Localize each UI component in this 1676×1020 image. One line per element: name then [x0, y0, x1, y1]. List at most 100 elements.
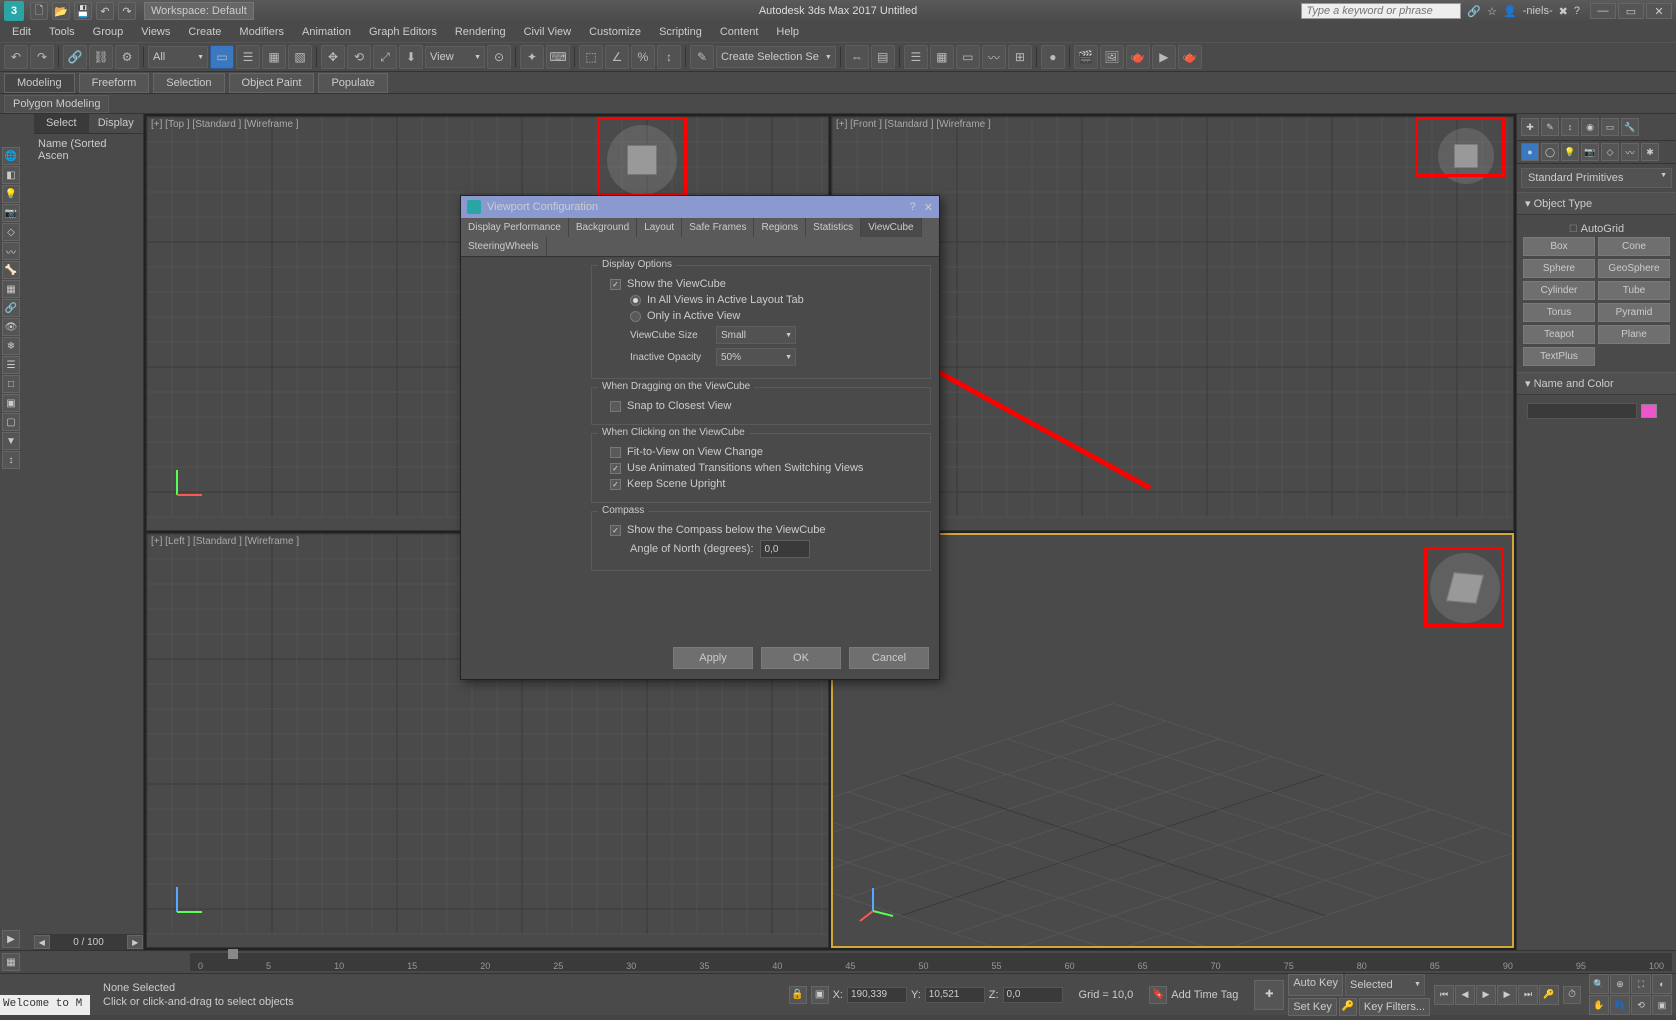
category-dropdown[interactable]: Standard Primitives: [1521, 168, 1672, 188]
object-name-input[interactable]: [1527, 403, 1637, 419]
tab-viewcube[interactable]: ViewCube: [861, 218, 921, 237]
toggle-explorer-icon[interactable]: ▦: [930, 45, 954, 69]
selection-filter-dropdown[interactable]: All: [148, 46, 208, 68]
help-search-input[interactable]: [1301, 3, 1461, 19]
percent-snap-icon[interactable]: %: [631, 45, 655, 69]
icon-group[interactable]: ▦: [2, 280, 20, 298]
walk-icon[interactable]: 👣: [1610, 995, 1630, 1015]
username-label[interactable]: -niels-: [1523, 5, 1553, 17]
menu-animation[interactable]: Animation: [294, 24, 359, 40]
btn-cone[interactable]: Cone: [1598, 237, 1670, 256]
set-key-big-icon[interactable]: ✚: [1254, 980, 1284, 1010]
icon-square3[interactable]: ▢: [2, 413, 20, 431]
mirror-icon[interactable]: ⇔: [845, 45, 869, 69]
orbit-icon[interactable]: ⟲: [1631, 995, 1651, 1015]
key-filters-button[interactable]: Key Filters...: [1359, 998, 1430, 1016]
icon-light[interactable]: 💡: [2, 185, 20, 203]
menu-civil-view[interactable]: Civil View: [516, 24, 579, 40]
utilities-panel-icon[interactable]: 🔧: [1621, 118, 1639, 136]
ref-coord-dropdown[interactable]: View: [425, 46, 485, 68]
menu-customize[interactable]: Customize: [581, 24, 649, 40]
next-frame-icon[interactable]: ▶: [1497, 985, 1517, 1005]
qat-open-icon[interactable]: 📂: [52, 2, 70, 20]
unlink-icon[interactable]: ⛓: [89, 45, 113, 69]
display-panel-icon[interactable]: ▭: [1601, 118, 1619, 136]
btn-torus[interactable]: Torus: [1523, 303, 1595, 322]
icon-xref[interactable]: 🔗: [2, 299, 20, 317]
qat-undo-icon[interactable]: ↶: [96, 2, 114, 20]
icon-shape[interactable]: 〰: [2, 242, 20, 260]
auto-key-button[interactable]: Auto Key: [1288, 974, 1343, 996]
user-icon[interactable]: 👤: [1503, 5, 1517, 18]
btn-sphere[interactable]: Sphere: [1523, 259, 1595, 278]
infocenter-icon[interactable]: 🔗: [1467, 5, 1481, 18]
rad-active-view[interactable]: [630, 311, 641, 322]
spacewarps-button-icon[interactable]: 〰: [1621, 143, 1639, 161]
move-icon[interactable]: ✥: [321, 45, 345, 69]
viewcube-size-dropdown[interactable]: Small: [716, 326, 796, 344]
chk-animated-trans[interactable]: [610, 463, 621, 474]
icon-helper[interactable]: ◇: [2, 223, 20, 241]
render-last-icon[interactable]: 🫖: [1178, 45, 1202, 69]
dialog-titlebar[interactable]: Viewport Configuration ? ✕: [461, 196, 939, 218]
set-key-button[interactable]: Set Key: [1288, 998, 1337, 1016]
systems-button-icon[interactable]: ✱: [1641, 143, 1659, 161]
btn-plane[interactable]: Plane: [1598, 325, 1670, 344]
align-icon[interactable]: ▤: [871, 45, 895, 69]
chk-show-viewcube[interactable]: [610, 279, 621, 290]
icon-filter[interactable]: ▼: [2, 432, 20, 450]
fov-icon[interactable]: ◐: [1652, 974, 1672, 994]
x-coord-input[interactable]: 190,339: [847, 987, 907, 1003]
name-color-rollout[interactable]: ▾ Name and Color: [1517, 372, 1676, 395]
chk-fit-view[interactable]: [610, 447, 621, 458]
tab-background[interactable]: Background: [569, 218, 637, 237]
workspace-dropdown[interactable]: Workspace: Default: [144, 2, 254, 20]
material-editor-icon[interactable]: ●: [1041, 45, 1065, 69]
apply-button[interactable]: Apply: [673, 647, 753, 669]
chk-keep-upright[interactable]: [610, 479, 621, 490]
icon-square2[interactable]: ▣: [2, 394, 20, 412]
ribbon-tab-object-paint[interactable]: Object Paint: [229, 73, 315, 93]
vp-left-label[interactable]: [+] [Left ] [Standard ] [Wireframe ]: [151, 536, 299, 547]
tab-display[interactable]: Display: [89, 114, 144, 133]
y-coord-input[interactable]: 10,521: [925, 987, 985, 1003]
menu-create[interactable]: Create: [180, 24, 229, 40]
max-viewport-icon[interactable]: ▣: [1652, 995, 1672, 1015]
goto-end-icon[interactable]: ⏭: [1518, 985, 1538, 1005]
pivot-icon[interactable]: ⊙: [487, 45, 511, 69]
select-name-icon[interactable]: ☰: [236, 45, 260, 69]
polygon-modeling-panel[interactable]: Polygon Modeling: [4, 95, 109, 113]
pan-icon[interactable]: ✋: [1589, 995, 1609, 1015]
helpers-button-icon[interactable]: ◇: [1601, 143, 1619, 161]
scene-column-header[interactable]: Name (Sorted Ascen: [38, 138, 139, 162]
time-config-icon[interactable]: ⏱: [1563, 986, 1581, 1004]
ribbon-tab-freeform[interactable]: Freeform: [79, 73, 150, 93]
zoom-all-icon[interactable]: ⊕: [1610, 974, 1630, 994]
icon-freeze[interactable]: ❄: [2, 337, 20, 355]
chk-show-compass[interactable]: [610, 525, 621, 536]
menu-group[interactable]: Group: [85, 24, 132, 40]
hierarchy-panel-icon[interactable]: ↕: [1561, 118, 1579, 136]
menu-views[interactable]: Views: [133, 24, 178, 40]
icon-camera[interactable]: 📷: [2, 204, 20, 222]
scene-scrollbar[interactable]: ◀ 0 / 100 ▶: [34, 934, 143, 950]
play-icon[interactable]: ▶: [1476, 985, 1496, 1005]
scale-icon[interactable]: ⤢: [373, 45, 397, 69]
btn-box[interactable]: Box: [1523, 237, 1595, 256]
layer-explorer-icon[interactable]: ☰: [904, 45, 928, 69]
time-tag-icon[interactable]: 🔖: [1149, 986, 1167, 1004]
tab-regions[interactable]: Regions: [754, 218, 806, 237]
help-icon[interactable]: ?: [1574, 5, 1580, 17]
icon-expand[interactable]: ▶: [2, 930, 20, 948]
exchange-icon[interactable]: ✖: [1559, 5, 1568, 18]
qat-save-icon[interactable]: 💾: [74, 2, 92, 20]
goto-start-icon[interactable]: ⏮: [1434, 985, 1454, 1005]
rotate-icon[interactable]: ⟲: [347, 45, 371, 69]
edit-selection-icon[interactable]: ✎: [690, 45, 714, 69]
btn-geosphere[interactable]: GeoSphere: [1598, 259, 1670, 278]
icon-globe[interactable]: 🌐: [2, 147, 20, 165]
menu-scripting[interactable]: Scripting: [651, 24, 710, 40]
key-mode-toggle-icon[interactable]: 🔑: [1539, 985, 1559, 1005]
add-time-tag[interactable]: Add Time Tag: [1171, 989, 1238, 1001]
object-color-swatch[interactable]: [1641, 404, 1657, 418]
